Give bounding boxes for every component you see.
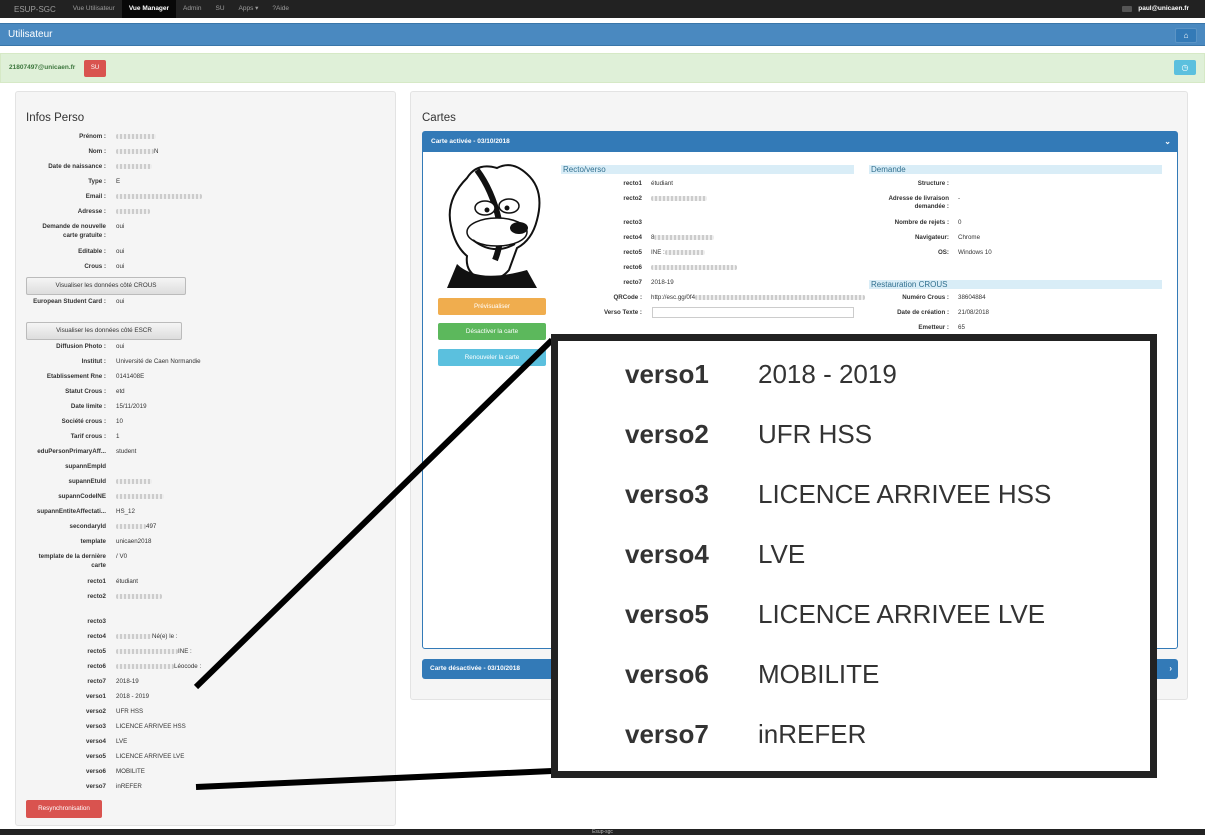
- callout-line-top: [193, 337, 555, 690]
- zoom-inset: verso1 2018 - 2019 verso2 UFR HSS verso3 LICE…: [551, 334, 1157, 778]
- zoom-row: verso6 MOBILITE: [625, 659, 879, 690]
- zoom-value: UFR HSS: [758, 419, 873, 449]
- zoom-label: verso2: [625, 419, 709, 449]
- zoom-label: verso6: [625, 659, 709, 689]
- zoom-label: verso4: [625, 539, 709, 569]
- zoom-label: verso7: [625, 719, 709, 749]
- zoom-value: LICENCE ARRIVEE LVE: [758, 599, 1046, 629]
- zoom-label: verso1: [625, 359, 709, 389]
- zoom-value: 2018 - 2019: [758, 359, 897, 389]
- zoom-value: MOBILITE: [758, 659, 880, 689]
- zoom-label: verso3: [625, 479, 709, 509]
- callout-line-bottom: [195, 768, 553, 790]
- zoom-value: LVE: [758, 539, 806, 569]
- zoom-row: verso2 UFR HSS: [625, 419, 872, 450]
- zoom-row: verso4 LVE: [625, 539, 805, 570]
- zoom-row: verso1 2018 - 2019: [625, 359, 897, 390]
- zoom-value: LICENCE ARRIVEE HSS: [758, 479, 1052, 509]
- zoom-value: inREFER: [758, 719, 867, 749]
- zoom-row: verso3 LICENCE ARRIVEE HSS: [625, 479, 1051, 510]
- zoom-label: verso5: [625, 599, 709, 629]
- zoom-row: verso5 LICENCE ARRIVEE LVE: [625, 599, 1045, 630]
- zoom-row: verso7 inREFER: [625, 719, 866, 750]
